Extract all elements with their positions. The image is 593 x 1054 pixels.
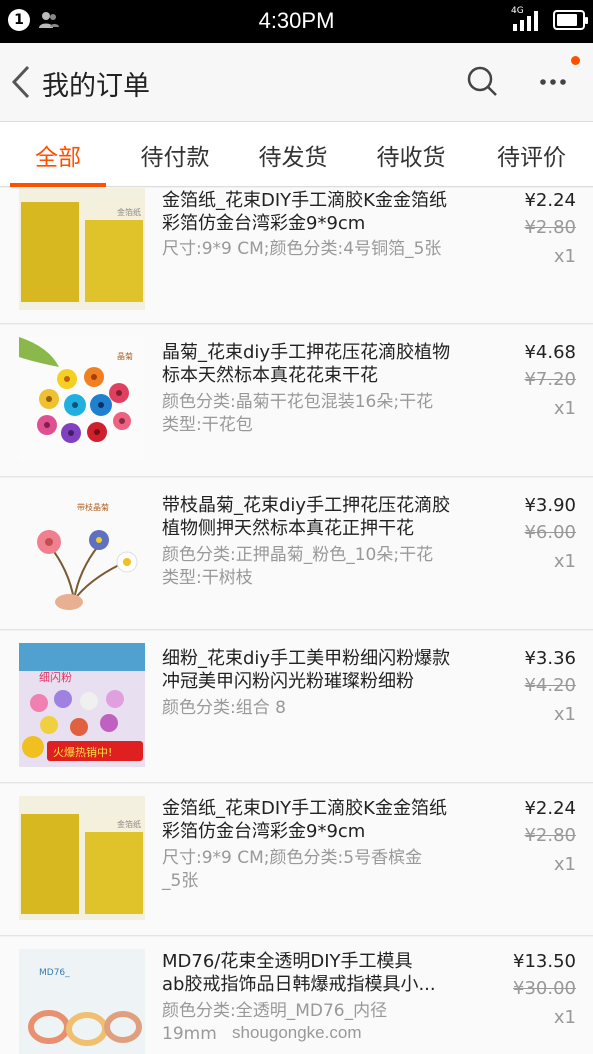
price: ¥3.90 xyxy=(524,495,576,516)
product-title: 带枝晶菊_花束diy手工押花压花滴胶 植物侧押天然标本真花正押干花 xyxy=(162,495,451,539)
price: ¥13.50 xyxy=(513,951,576,972)
order-item[interactable]: 细闪粉 火爆热销中! 细粉_花束diy手工美甲粉细闪粉爆款 冲冠美甲闪粉闪光粉璀… xyxy=(0,631,593,783)
thumb-caption: 金箔纸 xyxy=(117,207,141,217)
active-tab-indicator xyxy=(10,183,106,187)
glitter-powder-thumbnail[interactable]: 细闪粉 火爆热销中! xyxy=(19,643,145,767)
order-item[interactable]: 金箔纸 金箔纸_花束DIY手工滴胶K金金箔纸 彩箔仿金台湾彩金9*9cm 尺寸:… xyxy=(0,188,593,324)
order-item[interactable]: 晶菊 晶菊_花束diy手工押花压花滴胶植物 标本天然标本真花花束干花 颜色分类:… xyxy=(0,325,593,477)
tab-pending-payment[interactable]: 待付款 xyxy=(116,122,234,188)
search-icon[interactable] xyxy=(465,64,499,98)
battery-icon xyxy=(553,10,588,30)
tab-pending-review[interactable]: 待评价 xyxy=(470,122,593,188)
original-price: ¥7.20 xyxy=(524,369,576,390)
dried-flowers-thumbnail[interactable]: 晶菊 xyxy=(19,337,145,461)
more-options-icon[interactable] xyxy=(538,67,568,97)
product-title: 金箔纸_花束DIY手工滴胶K金金箔纸 彩箔仿金台湾彩金9*9cm xyxy=(162,798,447,842)
price: ¥4.68 xyxy=(524,342,576,363)
quantity: x1 xyxy=(553,704,576,725)
order-item[interactable]: 带枝晶菊 带枝晶菊_花束diy手工押花压花滴胶 植物侧押天然标本真花正押干花 颜… xyxy=(0,478,593,630)
flower-branch-thumbnail[interactable]: 带枝晶菊 xyxy=(19,490,145,614)
quantity: x1 xyxy=(553,1007,576,1028)
network-type: 4G xyxy=(511,6,524,16)
quantity: x1 xyxy=(553,398,576,419)
price: ¥2.24 xyxy=(524,190,576,211)
back-arrow-icon[interactable] xyxy=(8,63,34,101)
quantity: x1 xyxy=(553,854,576,875)
gold-foil-thumbnail[interactable]: 金箔纸 xyxy=(19,796,145,920)
page-title: 我的订单 xyxy=(42,71,150,102)
product-title: MD76/花束全透明DIY手工模具 ab胶戒指饰品日韩爆戒指模具小... xyxy=(162,951,436,995)
product-sku: 颜色分类:组合 8 xyxy=(162,698,286,718)
original-price: ¥6.00 xyxy=(524,522,576,543)
tab-pending-receipt[interactable]: 待收货 xyxy=(352,122,470,188)
product-sku: 颜色分类:晶菊干花包混装16朵;干花 类型:干花包 xyxy=(162,392,434,435)
thumb-caption: 金箔纸 xyxy=(117,819,141,829)
product-sku: 尺寸:9*9 CM;颜色分类:5号香槟金 _5张 xyxy=(162,848,423,891)
app-bar: 我的订单 xyxy=(0,43,593,121)
order-item[interactable]: 金箔纸 金箔纸_花束DIY手工滴胶K金金箔纸 彩箔仿金台湾彩金9*9cm 尺寸:… xyxy=(0,784,593,936)
product-sku: 颜色分类:正押晶菊_粉色_10朵;干花 类型:干树枝 xyxy=(162,545,434,588)
thumb-caption: 晶菊 xyxy=(117,351,133,361)
thumb-caption: 带枝晶菊 xyxy=(77,502,109,512)
thumb-caption: 细闪粉 xyxy=(39,670,72,684)
price: ¥3.36 xyxy=(524,648,576,669)
product-title: 晶菊_花束diy手工押花压花滴胶植物 标本天然标本真花花束干花 xyxy=(162,342,451,386)
tab-pending-shipment[interactable]: 待发货 xyxy=(234,122,352,188)
status-bar: 1 4:30PM 4G xyxy=(0,0,593,43)
price: ¥2.24 xyxy=(524,798,576,819)
product-title: 金箔纸_花束DIY手工滴胶K金金箔纸 彩箔仿金台湾彩金9*9cm xyxy=(162,190,447,234)
ring-mold-thumbnail[interactable]: MD76_ xyxy=(19,949,145,1054)
quantity: x1 xyxy=(553,246,576,267)
quantity: x1 xyxy=(553,551,576,572)
order-status-tabs: 全部 待付款 待发货 待收货 待评价 xyxy=(0,121,593,187)
original-price: ¥2.80 xyxy=(524,825,576,846)
tab-all[interactable]: 全部 xyxy=(0,122,116,188)
product-sku: 尺寸:9*9 CM;颜色分类:4号铜箔_5张 xyxy=(162,239,442,259)
product-title: 细粉_花束diy手工美甲粉细闪粉爆款 冲冠美甲闪粉闪光粉璀璨粉细粉 xyxy=(162,648,451,692)
gold-foil-thumbnail[interactable]: 金箔纸 xyxy=(19,188,145,310)
new-message-dot xyxy=(571,56,580,65)
thumb-banner: 火爆热销中! xyxy=(53,745,112,759)
battery-level xyxy=(557,14,578,26)
clock: 4:30PM xyxy=(258,8,335,33)
original-price: ¥4.20 xyxy=(524,675,576,696)
watermark: shougongke.com xyxy=(232,1023,362,1042)
signal-icon: 4G xyxy=(511,6,543,32)
thumb-caption: MD76_ xyxy=(39,968,70,978)
original-price: ¥2.80 xyxy=(524,217,576,238)
original-price: ¥30.00 xyxy=(513,978,576,999)
